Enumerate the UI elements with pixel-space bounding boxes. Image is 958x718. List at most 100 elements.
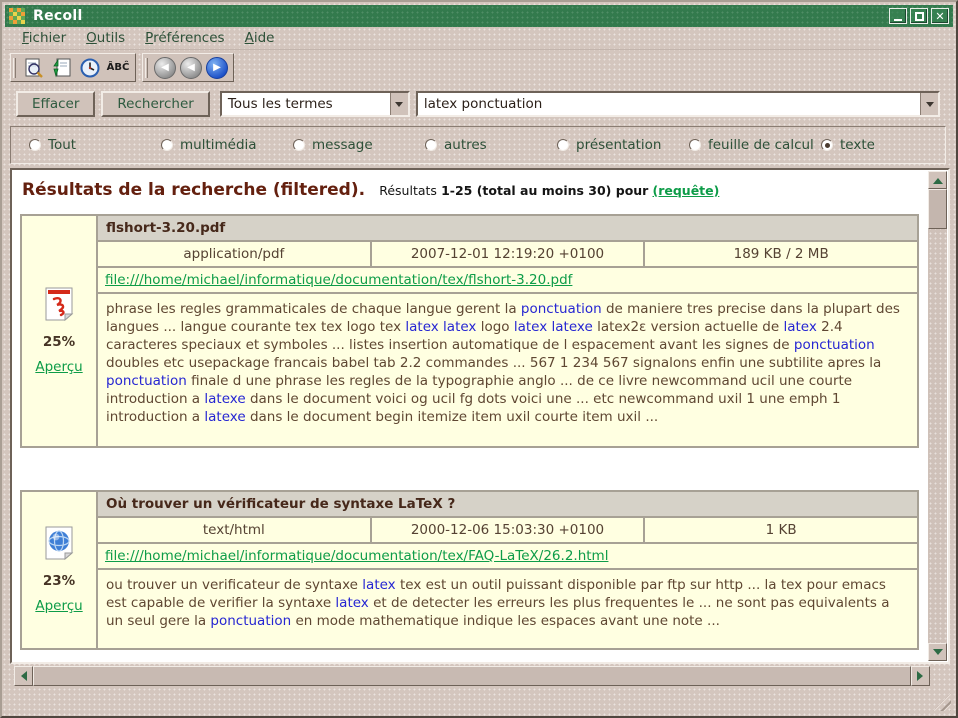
scroll-down-icon[interactable] xyxy=(928,643,947,661)
result-date: 2007-12-01 12:19:20 +0100 xyxy=(372,242,644,266)
vertical-scrollbar-track[interactable] xyxy=(928,229,947,643)
result-item: 25% Aperçu flshort-3.20.pdf application/… xyxy=(20,214,919,448)
radio-icon[interactable] xyxy=(689,139,701,151)
highlighted-term: latex xyxy=(362,577,395,593)
pdf-file-icon xyxy=(44,287,74,325)
filter-label: multimédia xyxy=(180,137,257,153)
title-bar: Recoll ✕ xyxy=(5,5,953,27)
filter-option-texte[interactable]: texte xyxy=(821,137,875,153)
filter-option-message[interactable]: message xyxy=(293,137,425,153)
radio-icon[interactable] xyxy=(821,139,833,151)
vertical-scrollbar-thumb[interactable] xyxy=(928,189,947,229)
toolbar-handle[interactable] xyxy=(145,58,148,78)
preview-link[interactable]: Aperçu xyxy=(35,598,82,614)
filter-label: feuille de calcul xyxy=(708,137,814,153)
chevron-down-icon[interactable] xyxy=(390,93,408,115)
abstract-text: ou trouver un verificateur de syntaxe xyxy=(106,577,362,593)
radio-icon[interactable] xyxy=(557,139,569,151)
search-button[interactable]: Rechercher xyxy=(101,91,209,117)
result-url-row: file:///home/michael/informatique/docume… xyxy=(98,544,917,568)
pdf-file-icon xyxy=(44,287,74,321)
search-controls: Effacer Rechercher Tous les termes xyxy=(16,91,940,117)
radio-icon[interactable] xyxy=(29,139,41,151)
filter-option-autres[interactable]: autres xyxy=(425,137,557,153)
relevance-percent: 25% xyxy=(43,334,75,350)
toolbar: ÂBĈ ◀ ◀ ▶ xyxy=(10,53,234,82)
toolbar-group-main: ÂBĈ xyxy=(10,53,136,82)
result-url-row: file:///home/michael/informatique/docume… xyxy=(98,268,917,292)
highlighted-term: latex xyxy=(335,595,368,611)
nav-back-first-icon[interactable]: ◀ xyxy=(154,57,176,79)
search-mode-select[interactable]: Tous les termes xyxy=(220,91,410,117)
close-button[interactable]: ✕ xyxy=(931,8,949,24)
recoll-window: Recoll ✕ FichierOutilsPréférencesAide xyxy=(0,0,958,718)
highlighted-term: latex xyxy=(783,319,816,335)
history-clock-icon[interactable] xyxy=(78,56,102,80)
search-input[interactable] xyxy=(418,93,920,115)
horizontal-scrollbar-thumb[interactable] xyxy=(33,666,911,686)
results-frame: Résultats de la recherche (filtered). Ré… xyxy=(10,168,950,664)
nav-back-icon[interactable]: ◀ xyxy=(180,57,202,79)
results-list: Résultats de la recherche (filtered). Ré… xyxy=(12,170,927,662)
menu-item-préférences[interactable]: Préférences xyxy=(136,28,233,48)
result-detail: Où trouver un vérificateur de syntaxe La… xyxy=(98,492,917,648)
results-title: Résultats de la recherche (filtered). xyxy=(22,180,365,200)
vertical-scrollbar[interactable] xyxy=(928,171,947,661)
results-summary-prefix: Résultats xyxy=(379,183,437,198)
radio-icon[interactable] xyxy=(293,139,305,151)
search-document-icon[interactable] xyxy=(22,56,46,80)
menu-item-outils[interactable]: Outils xyxy=(77,28,134,48)
scroll-left-icon[interactable] xyxy=(14,666,33,686)
category-filter-panel: Tout multimédia message autresprésentation f… xyxy=(10,126,946,164)
maximize-button[interactable] xyxy=(910,8,928,24)
filter-label: Tout xyxy=(48,137,76,153)
result-side-panel: 25% Aperçu xyxy=(22,216,96,446)
preview-link[interactable]: Aperçu xyxy=(35,359,82,375)
results-range: 1-25 (total au moins 30) pour xyxy=(441,183,648,198)
resize-grip[interactable] xyxy=(933,693,951,711)
abstract-text: en mode mathematique indique les espaces… xyxy=(291,613,720,629)
result-mime: application/pdf xyxy=(98,242,370,266)
result-url-link[interactable]: file:///home/michael/informatique/docume… xyxy=(105,548,608,564)
result-size: 189 KB / 2 MB xyxy=(645,242,917,266)
filter-label: message xyxy=(312,137,373,153)
filter-option-multimédia[interactable]: multimédia xyxy=(161,137,293,153)
results-header: Résultats de la recherche (filtered). Ré… xyxy=(22,180,921,200)
clear-button[interactable]: Effacer xyxy=(16,91,95,117)
radio-icon[interactable] xyxy=(425,139,437,151)
highlighted-term: latexe xyxy=(204,391,245,407)
relevance-percent: 23% xyxy=(43,573,75,589)
app-icon xyxy=(9,8,25,24)
filter-option-feuille-de-calcul[interactable]: feuille de calcul xyxy=(689,137,821,153)
query-combobox xyxy=(416,91,940,117)
result-url-link[interactable]: file:///home/michael/informatique/docume… xyxy=(105,272,572,288)
scroll-up-icon[interactable] xyxy=(928,171,947,189)
radio-icon[interactable] xyxy=(161,139,173,151)
result-item: 23% Aperçu Où trouver un vérificateur de… xyxy=(20,490,919,650)
highlighted-term: latex latexe xyxy=(514,319,593,335)
minimize-button[interactable] xyxy=(889,8,907,24)
highlighted-term: ponctuation xyxy=(210,613,291,629)
horizontal-scrollbar[interactable] xyxy=(14,666,930,686)
result-title: Où trouver un vérificateur de syntaxe La… xyxy=(98,492,917,516)
result-side-panel: 23% Aperçu xyxy=(22,492,96,648)
query-link[interactable]: (requête) xyxy=(653,183,720,198)
scroll-right-icon[interactable] xyxy=(911,666,930,686)
abstract-text: latex2ε version actuelle de xyxy=(593,319,784,335)
abstract-text: logo xyxy=(476,319,513,335)
abc-glyph: ÂBĈ xyxy=(107,62,130,73)
toolbar-group-nav: ◀ ◀ ▶ xyxy=(142,53,234,82)
nav-forward-icon[interactable]: ▶ xyxy=(206,57,228,79)
menu-item-aide[interactable]: Aide xyxy=(236,28,284,48)
filter-label: texte xyxy=(840,137,875,153)
result-abstract: phrase les regles grammaticales de chaqu… xyxy=(98,294,917,446)
filter-option-présentation[interactable]: présentation xyxy=(557,137,689,153)
result-mime: text/html xyxy=(98,518,370,542)
update-index-icon[interactable] xyxy=(50,56,74,80)
chevron-down-icon[interactable] xyxy=(920,93,938,115)
menu-item-fichier[interactable]: Fichier xyxy=(13,28,75,48)
html-file-icon xyxy=(44,526,74,564)
filter-option-tout[interactable]: Tout xyxy=(29,137,161,153)
toolbar-handle[interactable] xyxy=(13,58,16,78)
term-explorer-icon[interactable]: ÂBĈ xyxy=(106,56,130,80)
